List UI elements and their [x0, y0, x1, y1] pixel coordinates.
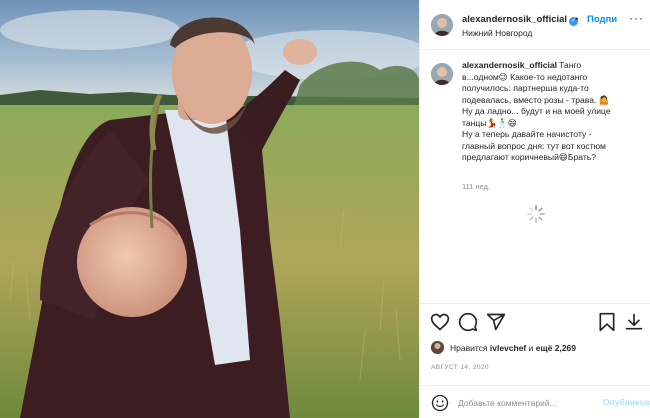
follow-button[interactable]: Подпи — [587, 14, 617, 25]
post-side-panel: alexandernosik_official ✓ • Подпи ··· Ниж… — [419, 0, 650, 418]
likes-prefix: Нравится — [450, 343, 490, 353]
heart-icon[interactable] — [430, 312, 450, 332]
likes-middle: и — [526, 343, 536, 353]
caption-line: главный вопрос дня: тут вот костюм — [462, 140, 606, 151]
emoji-icon[interactable] — [431, 394, 449, 412]
caption-time-ago[interactable]: 111 нед. — [462, 182, 490, 191]
likes-summary: Нравится ivlevchef и ещё 2,269 — [420, 340, 650, 360]
caption-author-avatar[interactable] — [431, 63, 453, 85]
author-username[interactable]: alexandernosik_official ✓ — [462, 14, 579, 26]
caption-line: танцы💃🕺😄 — [462, 117, 517, 128]
loading-spinner-icon — [527, 205, 545, 223]
caption-line: Ну а теперь давайте начистоту - — [462, 129, 592, 139]
caption-line: подевалась, вместо розы - трава. 🤷 — [462, 94, 610, 105]
more-options-button[interactable]: ··· — [629, 11, 644, 25]
caption-line: alexandernosik_official Танго — [462, 60, 644, 72]
comment-input[interactable] — [458, 395, 598, 411]
download-icon[interactable] — [624, 312, 644, 332]
bookmark-icon[interactable] — [597, 312, 617, 332]
caption-line: в...одном😉 Какое-то недотанго — [462, 71, 588, 82]
post-location[interactable]: Нижний Новгород — [462, 28, 532, 38]
comment-box: Опубликовать — [420, 385, 650, 418]
publish-button[interactable]: Опубликовать — [603, 397, 650, 407]
caption-line: Ну да ладно... будут и на моей улице — [462, 106, 611, 116]
caption-text: alexandernosik_official Танго в...одном😉 … — [462, 60, 644, 164]
follow-separator: • — [575, 14, 579, 24]
liker-username[interactable]: ivlevchef — [490, 343, 526, 353]
post-date[interactable]: АВГУСТ 14, 2020 — [431, 364, 489, 371]
liker-avatar[interactable] — [431, 341, 444, 354]
comment-icon[interactable] — [458, 312, 478, 332]
caption-line: предлагают коричневый😄Брать? — [462, 152, 597, 162]
post-actions-bar — [420, 303, 650, 337]
author-avatar[interactable] — [431, 14, 453, 36]
post-photo[interactable] — [0, 0, 419, 418]
share-icon[interactable] — [486, 312, 506, 332]
caption-username[interactable]: alexandernosik_official — [462, 60, 557, 70]
likes-count[interactable]: ещё 2,269 — [536, 343, 576, 353]
caption-text-line: Танго — [559, 60, 582, 70]
author-username-text[interactable]: alexandernosik_official — [462, 14, 567, 25]
caption-line: получилось: партнерша куда-то — [462, 83, 589, 93]
likes-text[interactable]: Нравится ivlevchef и ещё 2,269 — [450, 343, 576, 353]
post-header: alexandernosik_official ✓ • Подпи ··· Ниж… — [420, 0, 650, 50]
